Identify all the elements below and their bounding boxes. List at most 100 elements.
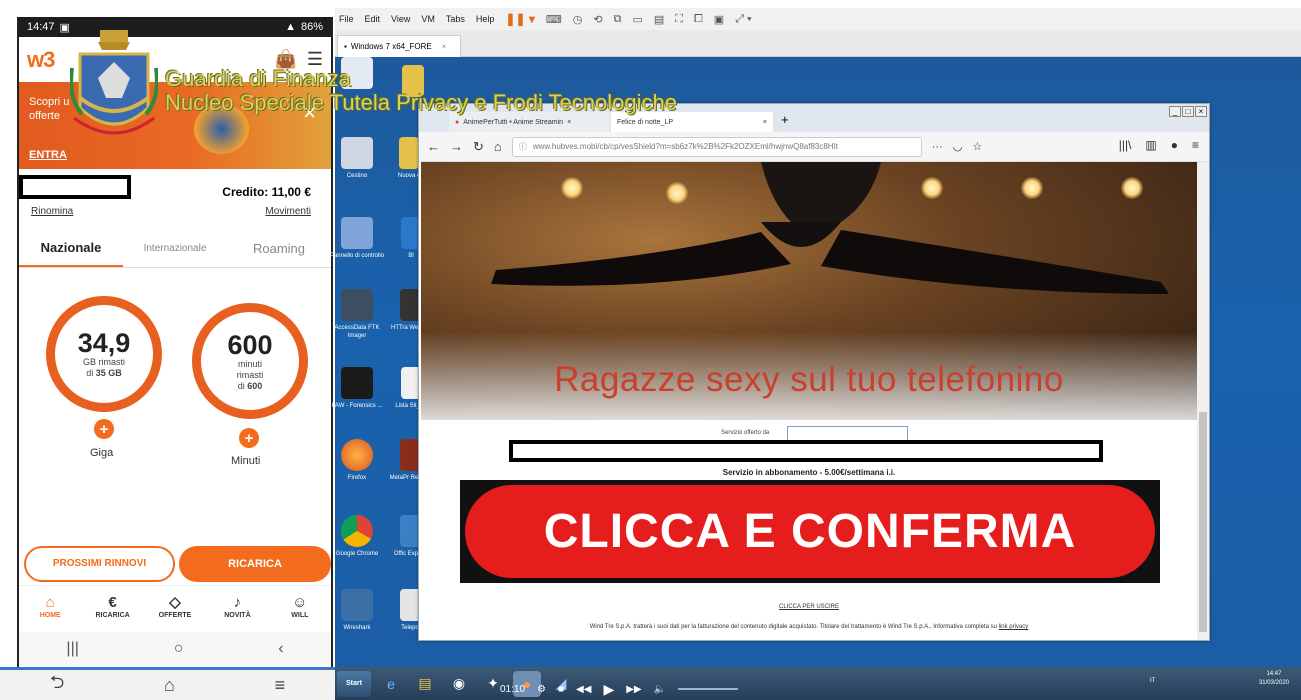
upcoming-renewals-button[interactable]: PROSSIMI RINNOVI — [24, 546, 175, 582]
minutes-gauge: 600 minuti rimasti di 600 — [192, 303, 308, 419]
reload-icon[interactable]: ↻ — [473, 139, 484, 155]
giga-label: Giga — [90, 447, 114, 459]
input-language[interactable]: IT — [1150, 678, 1155, 684]
forward-icon[interactable]: → — [450, 139, 463, 154]
back-icon[interactable]: ‹ — [278, 640, 283, 658]
system-clock[interactable]: 14:47 31/03/2020 — [1259, 670, 1289, 688]
revert-icon[interactable]: ⟲ — [593, 13, 602, 26]
page-scrollbar[interactable] — [1197, 162, 1209, 640]
minutes-value: 600 — [227, 329, 273, 360]
settings-gear-icon[interactable]: ⚙ — [537, 684, 546, 695]
page-actions-icon[interactable]: ··· — [932, 141, 943, 153]
movements-link[interactable]: Movimenti — [265, 206, 311, 217]
recharge-button[interactable]: RICARICA — [179, 546, 331, 582]
fullscreen-icon[interactable]: ⛶ — [675, 13, 683, 26]
volume-slider[interactable] — [678, 688, 739, 690]
privacy-link[interactable]: link privacy — [999, 624, 1029, 630]
send-keys-icon[interactable]: ⌨ — [546, 13, 562, 26]
browser-tab-felice[interactable]: Felice di notte_LP × — [611, 112, 773, 132]
vm-tab-title: Windows 7 x64_FORE — [350, 42, 432, 51]
nav-ricarica[interactable]: € RICARICA — [81, 586, 143, 627]
maximize-icon[interactable]: □ — [1182, 106, 1194, 117]
desktop-icon-recycle-bin[interactable]: Cestino — [329, 137, 385, 180]
tab-roaming[interactable]: Roaming — [227, 230, 331, 267]
url-bar[interactable]: ⓘ www.hubves.mobi/cb/cp/vesShield?m=sb6z… — [511, 136, 922, 157]
home-icon: ⌂ — [45, 594, 55, 611]
home-outline-icon[interactable]: ⌂ — [164, 675, 175, 696]
w3-logo: w3 — [27, 46, 55, 72]
add-giga-button[interactable]: + — [94, 419, 114, 439]
account-icon[interactable]: ● — [1171, 138, 1178, 152]
vm-tab[interactable]: ▪ Windows 7 x64_FORE × — [337, 35, 461, 57]
top-strip — [335, 0, 1301, 8]
pocket-icon[interactable]: ◡ — [953, 140, 963, 153]
rename-link[interactable]: Rinomina — [31, 206, 73, 217]
notification-icon: ▣ — [59, 21, 70, 34]
menu-help[interactable]: Help — [476, 14, 495, 24]
minimize-icon[interactable]: _ — [1169, 106, 1181, 117]
stop-icon[interactable]: ■ — [558, 684, 564, 695]
minutes-remaining-text: minuti rimasti di 600 — [236, 358, 264, 391]
exit-link[interactable]: CLICCA PER USCIRE — [421, 604, 1197, 610]
tab-internazionale[interactable]: Internazionale — [123, 230, 227, 267]
sidebar-icon[interactable]: ▥ — [1145, 138, 1156, 152]
scrollbar-thumb[interactable] — [1199, 412, 1207, 632]
menu-tabs[interactable]: Tabs — [446, 14, 465, 24]
desktop-icon-ftk-imager[interactable]: AccessData FTK Imager — [329, 289, 385, 340]
tab-close-icon[interactable]: × — [763, 119, 767, 126]
home-icon[interactable]: ⌂ — [494, 139, 502, 154]
menu-view[interactable]: View — [391, 14, 410, 24]
console-icon[interactable]: ▣ — [714, 13, 724, 26]
view-split-icon[interactable]: ▤ — [654, 13, 664, 26]
desktop-icon-wireshark[interactable]: Wireshark — [329, 589, 385, 632]
home-circle-icon[interactable]: ○ — [174, 640, 184, 658]
unity-icon[interactable]: ⧠ — [694, 13, 703, 26]
menu-edit[interactable]: Edit — [365, 14, 381, 24]
nav-offerte[interactable]: ◇ OFFERTE — [144, 586, 206, 627]
giga-gauge: 34,9 GB rimasti di 35 GB — [46, 296, 162, 412]
start-button[interactable]: Start — [337, 670, 371, 697]
add-minutes-button[interactable]: + — [239, 428, 259, 448]
desktop-icon-firefox[interactable]: Firefox — [329, 439, 385, 482]
vm-tab-close-icon[interactable]: × — [442, 42, 447, 51]
stretch-icon[interactable]: ⤢ ▾ — [735, 13, 751, 26]
promo-line-2: offerte — [29, 110, 60, 122]
promo-entra-link[interactable]: ENTRA — [29, 149, 67, 161]
back-icon[interactable]: ← — [427, 139, 440, 154]
browser-tab-animepertutti[interactable]: ● AnimePerTutti • Anime Streamin × — [449, 112, 609, 132]
desktop-icon-faw[interactable]: FAW - Forensics ... — [329, 367, 385, 410]
bookmark-star-icon[interactable]: ☆ — [972, 140, 982, 153]
window-close-icon[interactable]: × — [1195, 106, 1207, 117]
rewind-icon[interactable]: ◀◀ — [576, 684, 591, 695]
nav-will[interactable]: ☺ WILL — [269, 586, 331, 627]
desktop-icon-chrome[interactable]: Google Chrome — [329, 515, 385, 558]
confirm-button[interactable]: CLICCA E CONFERMA — [465, 485, 1155, 578]
chrome-taskbar-icon[interactable]: ◉ — [445, 671, 473, 697]
bottom-nav: ⌂ HOME € RICARICA ◇ OFFERTE ♪ NOVITÀ ☺ W… — [19, 585, 331, 627]
volume-icon[interactable]: 🔈 — [654, 684, 666, 695]
fast-forward-icon[interactable]: ▶▶ — [626, 684, 641, 695]
bot-icon: ☺ — [292, 594, 308, 611]
library-icon[interactable]: |||\ — [1119, 138, 1132, 152]
hamburger-menu-icon[interactable]: ≡ — [1192, 138, 1199, 152]
tab-close-icon[interactable]: × — [567, 119, 571, 126]
outer-android-nav: ⮌ ⌂ ≡ — [0, 670, 335, 700]
play-icon[interactable]: ▶ — [603, 681, 614, 698]
tab-nazionale[interactable]: Nazionale — [19, 230, 123, 267]
back-arrow-icon[interactable]: ⮌ — [50, 670, 64, 700]
snapshot-icon[interactable]: ◷ — [573, 13, 583, 26]
ie-taskbar-icon[interactable]: e — [377, 671, 405, 697]
explorer-taskbar-icon[interactable]: ▤ — [411, 671, 439, 697]
menu-vm[interactable]: VM — [421, 14, 435, 24]
recents-icon[interactable]: ||| — [66, 640, 78, 658]
pause-icon[interactable]: ❚❚ ▾ — [505, 12, 534, 26]
navigation-bar: ← → ↻ ⌂ ⓘ www.hubves.mobi/cb/cp/vesShiel… — [419, 132, 1209, 162]
desktop-icon-control-panel[interactable]: Pannello di controllo — [329, 217, 385, 260]
menu-lines-icon[interactable]: ≡ — [275, 675, 286, 696]
menu-file[interactable]: File — [339, 14, 354, 24]
nav-home[interactable]: ⌂ HOME — [19, 586, 81, 627]
manage-snapshots-icon[interactable]: ⧉ — [614, 13, 622, 26]
nav-novita[interactable]: ♪ NOVITÀ — [206, 586, 268, 627]
view-normal-icon[interactable]: ▭ — [632, 13, 642, 26]
new-tab-icon[interactable]: + — [781, 112, 789, 127]
